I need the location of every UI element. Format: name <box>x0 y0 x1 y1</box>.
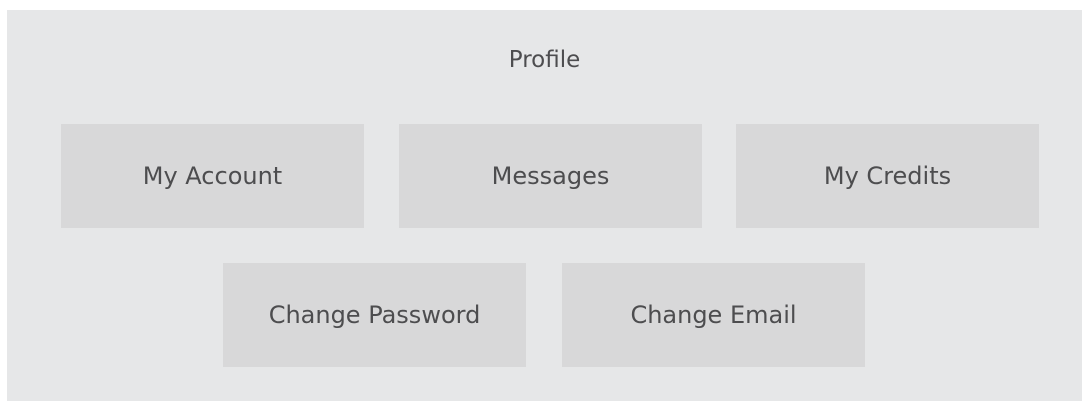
change-email-label: Change Email <box>630 301 797 329</box>
my-credits-button[interactable]: My Credits <box>736 124 1039 228</box>
my-account-label: My Account <box>142 162 283 190</box>
messages-button[interactable]: Messages <box>399 124 702 228</box>
my-account-button[interactable]: My Account <box>61 124 364 228</box>
change-email-button[interactable]: Change Email <box>562 263 865 367</box>
my-credits-label: My Credits <box>823 162 952 190</box>
change-password-button[interactable]: Change Password <box>223 263 526 367</box>
change-password-label: Change Password <box>268 301 481 329</box>
profile-title: Profile <box>508 47 581 73</box>
messages-label: Messages <box>491 162 610 190</box>
